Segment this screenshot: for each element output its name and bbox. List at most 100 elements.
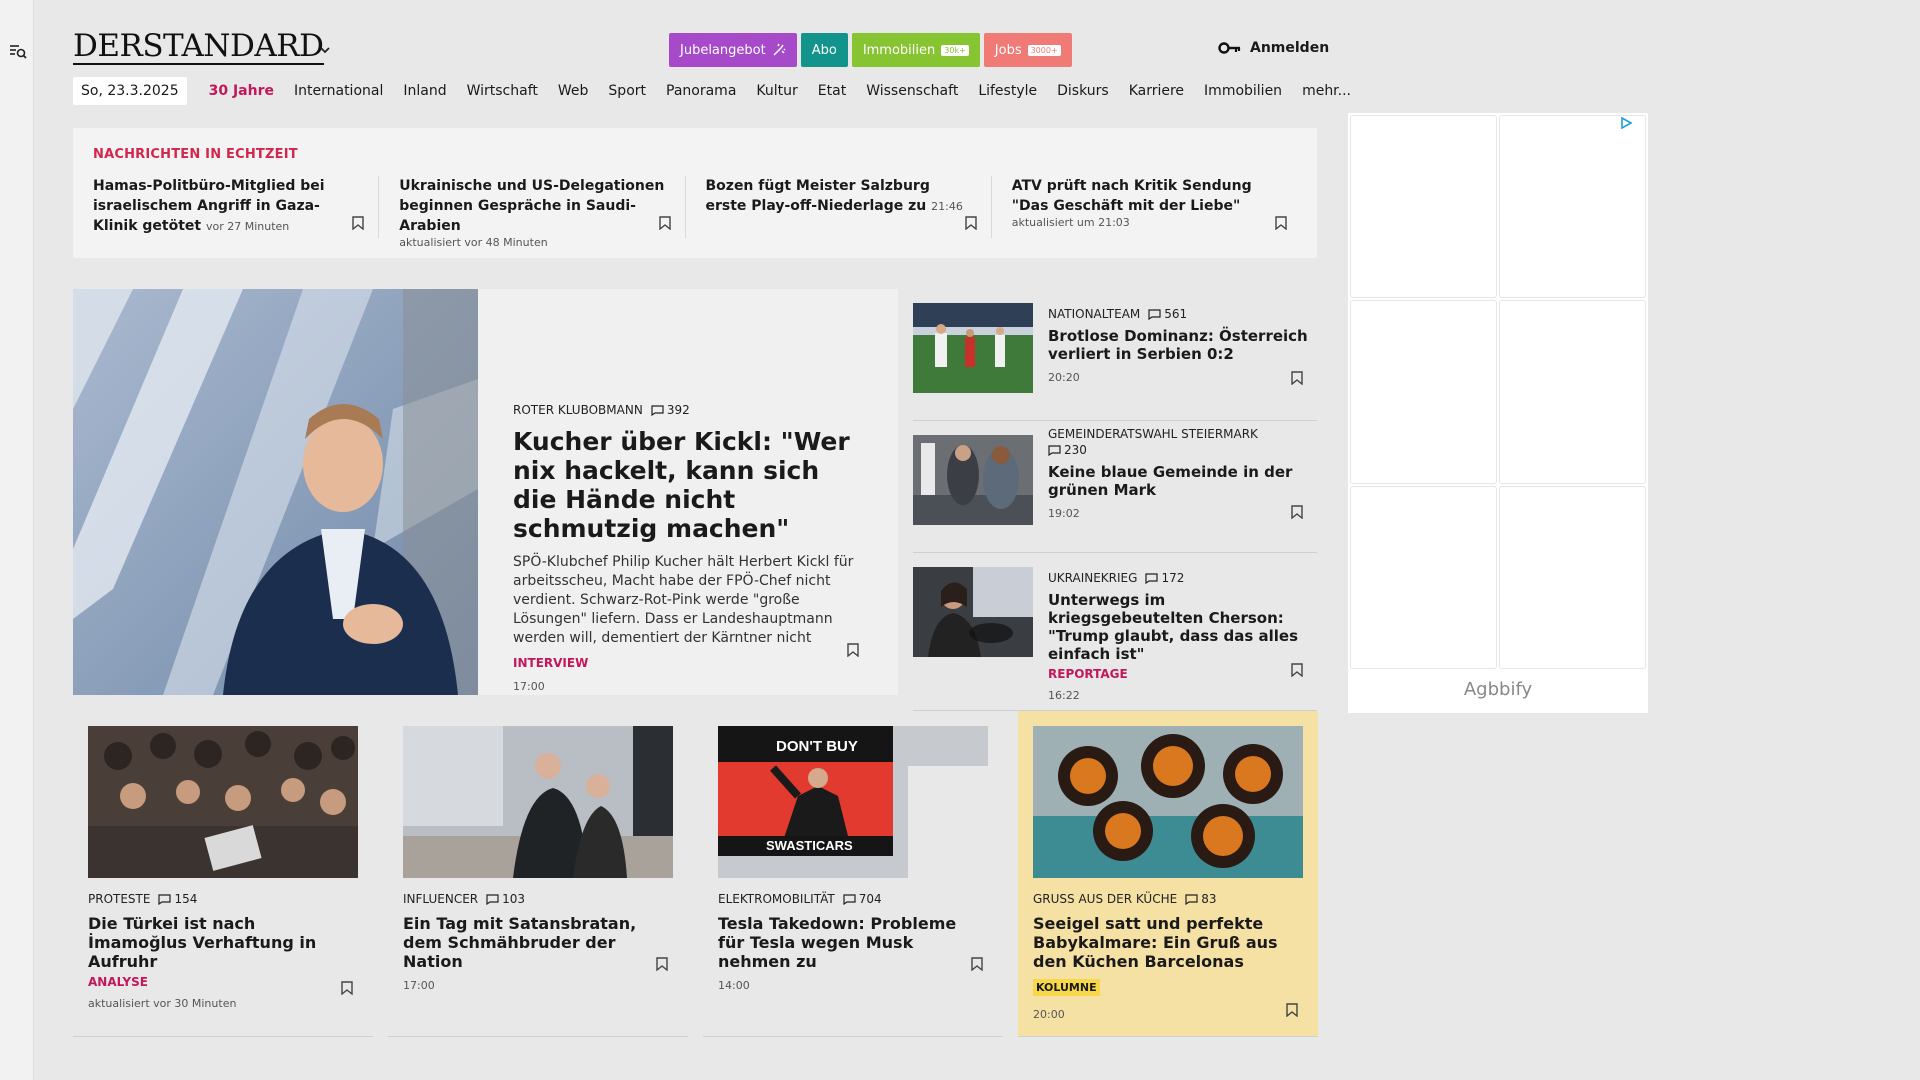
ad-tile[interactable] xyxy=(1350,485,1497,669)
teaser-image[interactable] xyxy=(1033,726,1303,878)
jobs-button[interactable]: Jobs 3000+ xyxy=(983,33,1072,67)
nav-item-sport[interactable]: Sport xyxy=(598,83,656,99)
promo-bar: Jubelangebot Abo Immobilien 30k+ Jobs 30… xyxy=(669,33,1072,67)
ticker-timestamp: aktualisiert vor 48 Minuten xyxy=(399,236,548,249)
side-story-kicker: UKRAINEKRIEG 172 xyxy=(1048,571,1310,585)
teaser-title[interactable]: Ein Tag mit Satansbratan, dem Schmähbrud… xyxy=(403,914,673,971)
nav-item-diskurs[interactable]: Diskurs xyxy=(1047,83,1119,99)
teaser-title[interactable]: Tesla Takedown: Probleme für Tesla wegen… xyxy=(718,914,988,971)
kicker-label: NATIONALTEAM xyxy=(1048,307,1141,321)
immobilien-button[interactable]: Immobilien 30k+ xyxy=(851,33,980,67)
ad-tile[interactable] xyxy=(1499,485,1646,669)
comment-count[interactable]: 561 xyxy=(1148,307,1187,321)
comment-count[interactable]: 704 xyxy=(843,892,882,906)
lead-story[interactable]: ROTER KLUBOBMANN 392 Kucher über Kickl: … xyxy=(73,289,898,695)
bookmark-icon[interactable] xyxy=(1291,505,1303,519)
teaser-kicker: GRUSS AUS DER KÜCHE 83 xyxy=(1033,892,1303,906)
search-menu-icon[interactable] xyxy=(9,42,27,60)
site-logo[interactable]: DERSTANDARD xyxy=(73,30,324,65)
bookmark-icon[interactable] xyxy=(1286,1003,1298,1017)
ticker-timestamp: vor 27 Minuten xyxy=(205,220,290,233)
ticker-item[interactable]: Bozen fügt Meister Salzburg erste Play-o… xyxy=(706,176,992,238)
side-story[interactable]: NATIONALTEAM 561 Brotlose Dominanz: Öste… xyxy=(913,289,1317,421)
story-time: 17:00 xyxy=(403,979,435,992)
nav-item-kultur[interactable]: Kultur xyxy=(746,83,807,99)
bookmark-icon[interactable] xyxy=(352,216,364,230)
bookmark-icon[interactable] xyxy=(847,643,859,657)
advertisement[interactable]: Agbbify xyxy=(1348,113,1648,713)
story-time: aktualisiert vor 30 Minuten xyxy=(88,997,237,1010)
nav-item-etat[interactable]: Etat xyxy=(808,83,856,99)
side-story-title[interactable]: Unterwegs im kriegsgebeutelten Cherson: … xyxy=(1048,591,1310,663)
nav-item-panorama[interactable]: Panorama xyxy=(656,83,746,99)
side-story[interactable]: GEMEINDERATSWAHL STEIERMARK 230 Keine bl… xyxy=(913,421,1317,553)
story-time: 20:00 xyxy=(1033,1008,1065,1021)
ad-tile[interactable] xyxy=(1350,115,1497,299)
teaser-card[interactable]: INFLUENCER 103 Ein Tag mit Satansbratan,… xyxy=(388,711,688,1037)
comment-count[interactable]: 83 xyxy=(1185,892,1216,906)
bookmark-icon[interactable] xyxy=(1291,663,1303,677)
ad-tile[interactable] xyxy=(1499,115,1646,299)
teaser-image[interactable] xyxy=(88,726,358,878)
ticker-item[interactable]: Ukrainische und US-Delegationen beginnen… xyxy=(399,176,686,249)
comment-count[interactable]: 392 xyxy=(651,403,690,417)
comment-count[interactable]: 172 xyxy=(1145,571,1184,585)
nav-item-mehr[interactable]: mehr... xyxy=(1292,83,1361,99)
nav-item-inland[interactable]: Inland xyxy=(393,83,456,99)
side-story-title[interactable]: Keine blaue Gemeinde in der grünen Mark xyxy=(1048,463,1310,499)
side-story-image[interactable] xyxy=(913,435,1033,525)
teaser-card-column[interactable]: GRUSS AUS DER KÜCHE 83 Seeigel satt und … xyxy=(1018,711,1318,1037)
chevron-down-icon[interactable] xyxy=(318,43,332,57)
comment-count[interactable]: 103 xyxy=(486,892,525,906)
side-story-image[interactable] xyxy=(913,303,1033,393)
nav-item-web[interactable]: Web xyxy=(548,83,599,99)
ad-tile[interactable] xyxy=(1499,300,1646,484)
side-story-image[interactable] xyxy=(913,567,1033,657)
bookmark-icon[interactable] xyxy=(1275,216,1287,230)
teaser-kicker: PROTESTE 154 xyxy=(88,892,358,906)
lead-story-title[interactable]: Kucher über Kickl: "Wer nix hackelt, kan… xyxy=(513,427,863,543)
lead-story-kicker: ROTER KLUBOBMANN 392 xyxy=(513,403,863,417)
nav-item-international[interactable]: International xyxy=(284,83,393,99)
ad-choices-icon[interactable] xyxy=(1620,117,1632,129)
teaser-title[interactable]: Seeigel satt und perfekte Babykalmare: E… xyxy=(1033,914,1303,971)
ticker-headline[interactable]: Bozen fügt Meister Salzburg erste Play-o… xyxy=(706,178,930,214)
bookmark-icon[interactable] xyxy=(965,216,977,230)
lead-story-image[interactable] xyxy=(73,289,478,695)
ticker-item[interactable]: ATV prüft nach Kritik Sendung "Das Gesch… xyxy=(1012,176,1297,238)
side-story-title[interactable]: Brotlose Dominanz: Österreich verliert i… xyxy=(1048,327,1310,363)
bookmark-icon[interactable] xyxy=(341,981,353,995)
teaser-image[interactable] xyxy=(403,726,673,878)
bookmark-icon[interactable] xyxy=(658,216,671,230)
abo-button[interactable]: Abo xyxy=(800,33,848,67)
comment-icon xyxy=(1145,572,1159,584)
ticker-headline[interactable]: ATV prüft nach Kritik Sendung "Das Gesch… xyxy=(1012,176,1277,216)
bookmark-icon[interactable] xyxy=(656,957,668,971)
comment-count[interactable]: 230 xyxy=(1048,443,1310,457)
nav-item-immobilien[interactable]: Immobilien xyxy=(1194,83,1292,99)
comment-count-value: 392 xyxy=(666,403,690,417)
story-time: 17:00 xyxy=(513,680,545,693)
bookmark-icon[interactable] xyxy=(971,957,983,971)
nav-item-30-jahre[interactable]: 30 Jahre xyxy=(199,83,284,99)
teaser-image[interactable]: DON'T BUY SWASTICARS xyxy=(718,726,988,878)
nav-item-wirtschaft[interactable]: Wirtschaft xyxy=(457,83,548,99)
story-time: 20:20 xyxy=(1048,371,1080,384)
side-story[interactable]: UKRAINEKRIEG 172 Unterwegs im kriegsgebe… xyxy=(913,553,1317,711)
comment-icon xyxy=(1148,308,1161,320)
teaser-card[interactable]: DON'T BUY SWASTICARS ELEKTROMOBILITÄT 70… xyxy=(703,711,1003,1037)
ticker-item[interactable]: Hamas-Politbüro-Mitglied bei israelische… xyxy=(93,176,380,238)
bookmark-icon[interactable] xyxy=(1291,371,1303,385)
login-button[interactable]: Anmelden xyxy=(1218,40,1329,56)
nav-item-wissenschaft[interactable]: Wissenschaft xyxy=(856,83,968,99)
ticker-headline[interactable]: Ukrainische und US-Delegationen beginnen… xyxy=(399,176,664,236)
comment-count[interactable]: 154 xyxy=(158,892,197,906)
nav-item-lifestyle[interactable]: Lifestyle xyxy=(968,83,1047,99)
comment-icon xyxy=(158,893,172,905)
teaser-card[interactable]: PROTESTE 154 Die Türkei ist nach İmamoğl… xyxy=(73,711,373,1037)
comment-icon xyxy=(1048,444,1061,456)
ad-tile[interactable] xyxy=(1350,300,1497,484)
nav-item-karriere[interactable]: Karriere xyxy=(1119,83,1194,99)
teaser-title[interactable]: Die Türkei ist nach İmamoğlus Verhaftung… xyxy=(88,914,358,971)
jubelangebot-button[interactable]: Jubelangebot xyxy=(669,33,797,67)
